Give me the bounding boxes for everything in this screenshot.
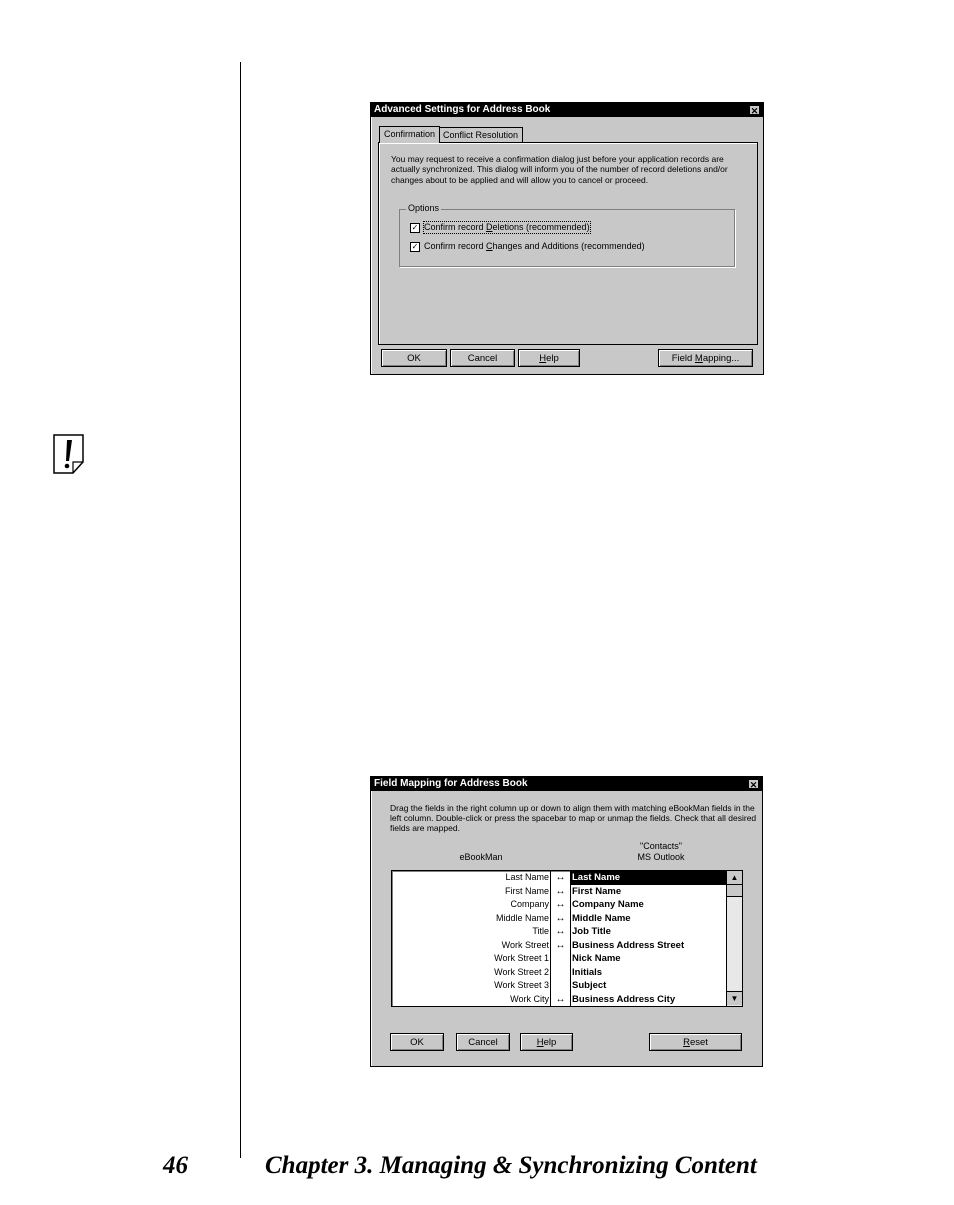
confirm-changes-checkbox[interactable]: ✓ [410, 242, 420, 252]
mapping-row[interactable]: Work Street ↔ Business Address Street [392, 939, 726, 953]
button-label: Field [671, 353, 695, 364]
margin-rule [240, 62, 241, 1158]
ebookman-field: Work City [510, 993, 549, 1004]
outlook-field[interactable]: Last Name [571, 871, 726, 885]
help-button[interactable]: Help [518, 349, 580, 367]
label-text: eletions (recommended) [492, 222, 590, 232]
ebookman-field: Work Street 3 [494, 980, 549, 990]
scroll-thumb[interactable] [727, 885, 742, 897]
mapped-arrow-icon: ↔ [555, 912, 566, 924]
outlook-field[interactable]: Business Address Street [571, 939, 726, 953]
mapped-arrow-icon: ↔ [555, 885, 566, 897]
outlook-field[interactable]: Middle Name [571, 912, 726, 926]
advanced-settings-dialog: Advanced Settings for Address Book ✕ Con… [370, 102, 764, 375]
scroll-up-icon[interactable]: ▲ [727, 871, 742, 885]
ebookman-field: Last Name [505, 872, 549, 882]
outlook-field[interactable]: Business Address City [571, 993, 726, 1007]
scroll-down-icon[interactable]: ▼ [727, 991, 742, 1005]
label-text: Confirm record [424, 241, 487, 251]
outlook-field[interactable]: First Name [571, 885, 726, 899]
cancel-button[interactable]: Cancel [450, 349, 515, 367]
confirm-deletions-label[interactable]: Confirm record Deletions (recommended) [423, 221, 591, 234]
ebookman-field: Work Street 1 [494, 953, 549, 963]
ebookman-field: Work Street [501, 939, 549, 950]
mapping-row[interactable]: Work Street 2 Initials [392, 966, 726, 980]
dialog-titlebar: Advanced Settings for Address Book ✕ [371, 103, 763, 117]
button-label: elp [546, 353, 559, 364]
page-number: 46 [163, 1152, 188, 1179]
list-scrollbar[interactable]: ▲ ▼ [726, 871, 742, 1006]
field-mapping-description: Drag the fields in the right column up o… [390, 803, 757, 834]
dialog-titlebar: Field Mapping for Address Book ✕ [371, 777, 762, 791]
close-icon[interactable]: ✕ [748, 779, 759, 790]
options-group: Options ✓ Confirm record Deletions (reco… [399, 203, 735, 267]
tab-label: Conflict Resolution [443, 130, 519, 140]
tab-label: Confirmation [384, 129, 436, 139]
accelerator-key: M [694, 353, 703, 364]
close-icon[interactable]: ✕ [749, 105, 760, 116]
confirm-changes-label[interactable]: Confirm record Changes and Additions (re… [424, 241, 645, 252]
label-text: hanges and Additions (recommended) [492, 241, 645, 251]
accelerator-key: R [683, 1037, 690, 1048]
chapter-title: Chapter 3. Managing & Synchronizing Cont… [265, 1152, 757, 1179]
mapped-arrow-icon: ↔ [555, 993, 566, 1005]
mapped-arrow-icon: ↔ [555, 899, 566, 910]
button-label: apping... [702, 353, 740, 364]
right-column-header-line2: MS Outlook [637, 852, 685, 862]
options-label: Options [406, 203, 442, 213]
accelerator-key: H [536, 1037, 544, 1048]
confirmation-description: You may request to receive a confirmatio… [391, 154, 728, 185]
mapping-row[interactable]: Work Street 1 Nick Name [392, 952, 726, 966]
ebookman-field: Company [510, 899, 549, 909]
field-mapping-button[interactable]: Field Mapping... [658, 349, 753, 367]
mapping-row[interactable]: Work City ↔ Business Address City [392, 993, 726, 1007]
mapping-row[interactable]: First Name ↔ First Name [392, 885, 726, 899]
tab-conflict-resolution[interactable]: Conflict Resolution [438, 127, 524, 143]
cancel-button[interactable]: Cancel [456, 1033, 510, 1051]
left-column-header: eBookMan [459, 852, 503, 862]
ebookman-field: Title [532, 926, 549, 936]
outlook-field[interactable]: Nick Name [571, 952, 726, 966]
button-label: eset [689, 1037, 708, 1048]
dialog-title: Field Mapping for Address Book [374, 778, 528, 789]
ebookman-field: First Name [504, 885, 549, 896]
ok-button[interactable]: OK [390, 1033, 444, 1051]
mapped-arrow-icon: ↔ [555, 926, 566, 937]
label-text: Confirm record [424, 222, 487, 232]
mapping-row[interactable]: Title ↔ Job Title [392, 925, 726, 939]
ok-button[interactable]: OK [381, 349, 447, 367]
button-label: elp [543, 1037, 557, 1048]
mapped-arrow-icon: ↔ [555, 939, 566, 951]
mapping-row[interactable]: Middle Name ↔ Middle Name [392, 912, 726, 926]
right-column-header-line1: "Contacts" [640, 841, 682, 851]
ebookman-field: Middle Name [495, 912, 549, 923]
mapping-row[interactable]: Company ↔ Company Name [392, 898, 726, 912]
mapped-arrow-icon: ↔ [555, 872, 566, 883]
ebookman-field: Work Street 2 [494, 966, 549, 977]
outlook-field[interactable]: Job Title [571, 925, 726, 939]
field-mapping-list[interactable]: Last Name ↔ Last Name First Name ↔ First… [391, 870, 743, 1007]
outlook-field[interactable]: Subject [571, 979, 726, 993]
outlook-field[interactable]: Company Name [571, 898, 726, 912]
reset-button[interactable]: Reset [649, 1033, 742, 1051]
field-mapping-dialog: Field Mapping for Address Book ✕ Drag th… [370, 776, 763, 1067]
help-button[interactable]: Help [520, 1033, 573, 1051]
mapping-row[interactable]: Last Name ↔ Last Name [392, 871, 726, 885]
tab-confirmation[interactable]: Confirmation [379, 126, 441, 143]
note-exclamation-icon [53, 434, 84, 474]
confirm-deletions-checkbox[interactable]: ✓ [410, 223, 420, 233]
mapping-row[interactable]: Work Street 3 Subject [392, 979, 726, 993]
dialog-title: Advanced Settings for Address Book [374, 104, 551, 115]
outlook-field[interactable]: Initials [571, 966, 726, 980]
